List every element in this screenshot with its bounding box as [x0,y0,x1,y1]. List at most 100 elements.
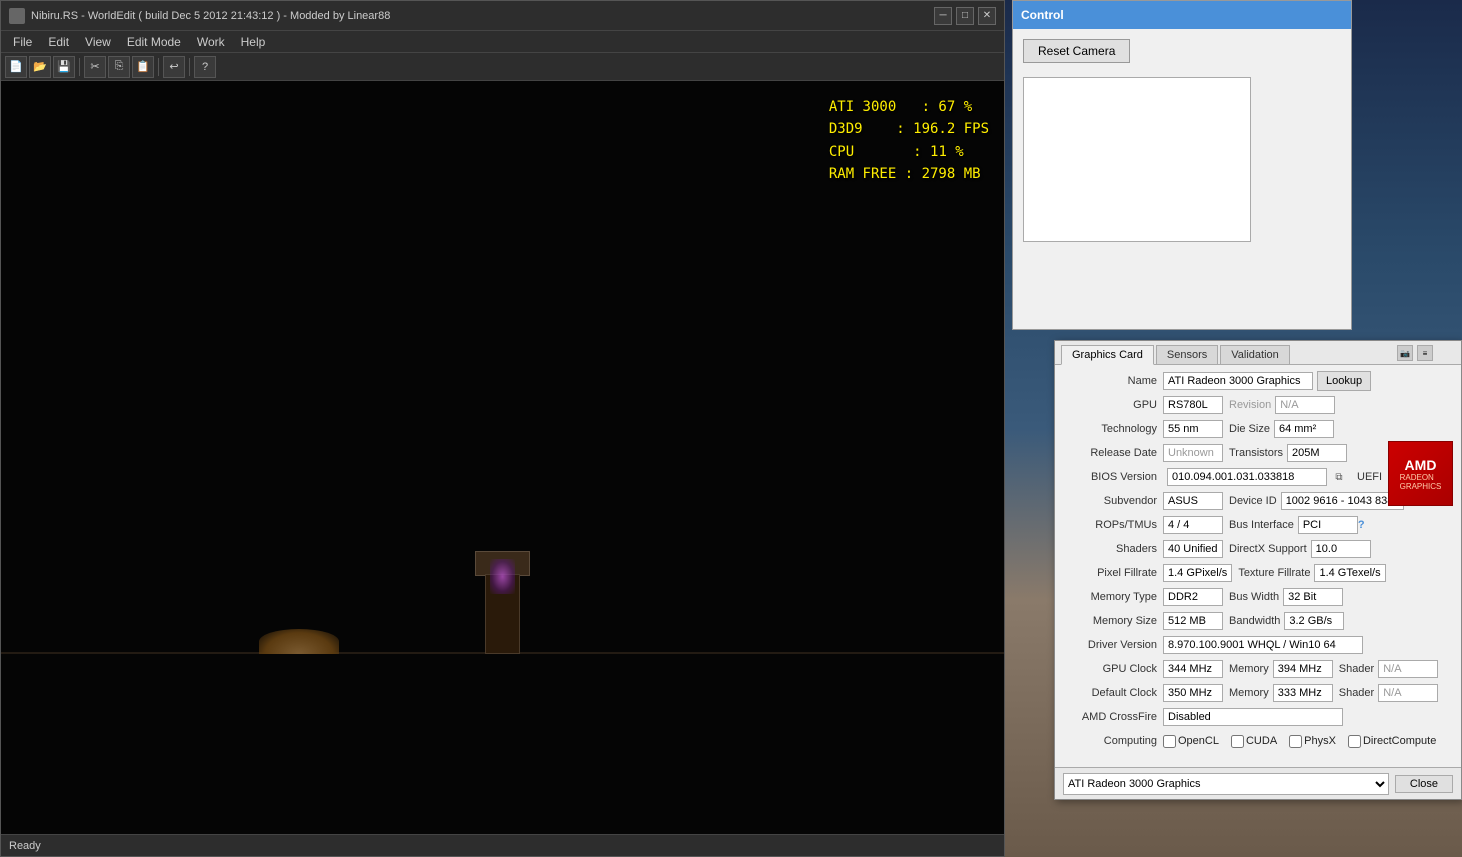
menu-bar: File Edit View Edit Mode Work Help [1,31,1004,53]
paste-button[interactable]: 📋 [132,56,154,78]
gpuz-bus-width-label: Bus Width [1229,591,1279,603]
gpuz-gpu-clock-row: GPU Clock 344 MHz Memory 394 MHz Shader … [1063,659,1453,679]
window-controls: ─ □ ✕ [934,7,996,25]
gpuz-name-row: Name ATI Radeon 3000 Graphics Lookup [1063,371,1453,391]
bios-copy-icon[interactable]: ⧉ [1331,469,1347,485]
tab-validation[interactable]: Validation [1220,345,1290,364]
gpuz-body: Name ATI Radeon 3000 Graphics Lookup GPU… [1055,365,1461,761]
help-button[interactable]: ? [194,56,216,78]
gpuz-default-shader-label: Shader [1339,687,1374,699]
open-button[interactable]: 📂 [29,56,51,78]
tower-glow [490,559,515,594]
directcompute-checkbox[interactable] [1348,735,1361,748]
menu-work[interactable]: Work [189,33,233,51]
hud-ram-value: : 2798 MB [905,166,981,182]
maximize-button[interactable]: □ [956,7,974,25]
reset-camera-button[interactable]: Reset Camera [1023,39,1130,63]
gpuz-name-value: ATI Radeon 3000 Graphics [1163,372,1313,390]
gpuz-gpu-value: RS780L [1163,396,1223,414]
gpuz-default-clock-value: 350 MHz [1163,684,1223,702]
hud-cpu-value: : 11 % [913,144,964,160]
game-scene [1,81,1004,834]
physx-checkbox-item: PhysX [1289,735,1336,748]
gpuz-pixel-fillrate-value: 1.4 GPixel/s [1163,564,1232,582]
hud-cpu-label: CPU [829,144,854,160]
gpuz-memory-clock-value: 394 MHz [1273,660,1333,678]
gpuz-footer: ATI Radeon 3000 Graphics Close [1055,767,1461,799]
toolbar: 📄 📂 💾 ✂ ⎘ 📋 ↩ ? [1,53,1004,81]
gpuz-memory-size-label: Memory Size [1063,615,1163,627]
gpuz-revision-value: N/A [1275,396,1335,414]
app-icon [9,8,25,24]
menu-icon[interactable]: ≡ [1417,345,1433,361]
opencl-checkbox-item: OpenCL [1163,735,1219,748]
cuda-checkbox[interactable] [1231,735,1244,748]
main-window: Nibiru.RS - WorldEdit ( build Dec 5 2012… [0,0,1005,857]
menu-edit-mode[interactable]: Edit Mode [119,33,189,51]
gpuz-directx-value: 10.0 [1311,540,1371,558]
gpuz-close-button[interactable]: Close [1395,775,1453,793]
toolbar-separator-2 [158,58,159,76]
status-text: Ready [9,840,41,852]
undo-button[interactable]: ↩ [163,56,185,78]
control-content: Reset Camera [1013,29,1351,252]
gpuz-icon-row: 📷 ≡ [1397,345,1433,361]
gpuz-die-size-label: Die Size [1229,423,1270,435]
hud-ati-line: ATI 3000 : 67 % [829,96,989,118]
hud-cpu-line: CPU : 11 % [829,141,989,163]
save-button[interactable]: 💾 [53,56,75,78]
gpuz-technology-label: Technology [1063,423,1163,435]
bus-interface-help-icon[interactable]: ? [1358,519,1365,531]
gpuz-gpu-row: GPU RS780L Revision N/A [1063,395,1453,415]
gpuz-default-memory-value: 333 MHz [1273,684,1333,702]
gpuz-rops-label: ROPs/TMUs [1063,519,1163,531]
gpuz-device-id-value: 1002 9616 - 1043 8388 [1281,492,1405,510]
gpuz-pixel-fillrate-row: Pixel Fillrate 1.4 GPixel/s Texture Fill… [1063,563,1453,583]
minimize-button[interactable]: ─ [934,7,952,25]
gpuz-subvendor-label: Subvendor [1063,495,1163,507]
gpuz-rops-row: ROPs/TMUs 4 / 4 Bus Interface PCI ? [1063,515,1453,535]
gpuz-transistors-label: Transistors [1229,447,1283,459]
directcompute-label: DirectCompute [1363,735,1436,747]
gpuz-bus-interface-value: PCI [1298,516,1358,534]
gpuz-die-size-value: 64 mm² [1274,420,1334,438]
gpuz-transistors-value: 205M [1287,444,1347,462]
gpuz-device-id-label: Device ID [1229,495,1277,507]
camera-icon[interactable]: 📷 [1397,345,1413,361]
gpuz-memory-type-value: DDR2 [1163,588,1223,606]
gpuz-default-clock-row: Default Clock 350 MHz Memory 333 MHz Sha… [1063,683,1453,703]
toolbar-separator-3 [189,58,190,76]
tab-graphics-card[interactable]: Graphics Card [1061,345,1154,365]
gpuz-default-memory-label: Memory [1229,687,1269,699]
camera-preview [1023,77,1251,242]
tab-sensors[interactable]: Sensors [1156,345,1218,364]
gpuz-shaders-label: Shaders [1063,543,1163,555]
opencl-label: OpenCL [1178,735,1219,747]
opencl-checkbox[interactable] [1163,735,1176,748]
copy-button[interactable]: ⎘ [108,56,130,78]
gpuz-texture-fillrate-value: 1.4 GTexel/s [1314,564,1385,582]
lookup-button[interactable]: Lookup [1317,371,1371,391]
menu-help[interactable]: Help [233,33,274,51]
gpuz-bandwidth-label: Bandwidth [1229,615,1280,627]
gpuz-pixel-fillrate-label: Pixel Fillrate [1063,567,1163,579]
hud-d3d9-label: D3D9 [829,121,863,137]
close-button[interactable]: ✕ [978,7,996,25]
physx-checkbox[interactable] [1289,735,1302,748]
gpu-select[interactable]: ATI Radeon 3000 Graphics [1063,773,1389,795]
menu-file[interactable]: File [5,33,40,51]
cuda-checkbox-item: CUDA [1231,735,1277,748]
cut-button[interactable]: ✂ [84,56,106,78]
gpuz-subvendor-value: ASUS [1163,492,1223,510]
hud-d3d9-value: : 196.2 FPS [896,121,989,137]
gpuz-gpu-clock-value: 344 MHz [1163,660,1223,678]
gpuz-computing-row: Computing OpenCL CUDA PhysX DirectComput… [1063,731,1453,751]
hud-ram-label: RAM FREE [829,166,896,182]
gpuz-driver-version-value: 8.970.100.9001 WHQL / Win10 64 [1163,636,1363,654]
amd-logo: AMD RADEONGRAPHICS [1388,441,1453,506]
new-button[interactable]: 📄 [5,56,27,78]
gpuz-directx-label: DirectX Support [1229,543,1307,555]
gpuz-window: Graphics Card Sensors Validation 📷 ≡ AMD… [1054,340,1462,800]
menu-view[interactable]: View [77,33,119,51]
menu-edit[interactable]: Edit [40,33,77,51]
